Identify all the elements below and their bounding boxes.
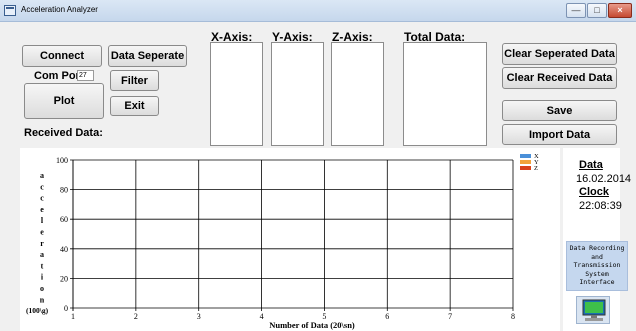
x-tick-label: 4 [260,312,264,321]
y-axis-unit: (100\g) [26,306,49,315]
save-button[interactable]: Save [502,100,617,121]
system-line: Data Recording [569,244,625,252]
y-tick-label: 60 [60,215,68,224]
system-line: Interface [579,278,615,286]
connect-button[interactable]: Connect [22,45,102,67]
clock-label: Clock [579,186,609,198]
com-port-input[interactable]: 27 [77,70,94,81]
y-tick-label: 0 [64,304,68,313]
x-tick-label: 7 [448,312,452,321]
x-axis-list[interactable] [210,42,263,146]
system-line: Transmission [573,261,621,269]
y-axis-letter: o [40,284,44,293]
system-line: and [591,252,603,261]
clear-received-data-button[interactable]: Clear Received Data [502,67,617,89]
y-tick-label: 80 [60,186,68,195]
y-axis-letter: e [40,228,44,237]
total-data-list[interactable] [403,42,487,146]
y-axis-letter: l [41,216,44,225]
y-axis-title: acceleration(100\g) [26,171,49,315]
y-axis-letter: a [40,171,44,180]
close-button[interactable]: × [608,3,632,18]
date-value: 16.02.2014 [576,173,632,185]
legend-swatch [520,154,531,158]
data-separate-button[interactable]: Data Seperate [108,45,187,67]
z-axis-list[interactable] [331,42,384,146]
app-icon [4,5,16,16]
x-tick-label: 2 [134,312,138,321]
x-tick-label: 8 [511,312,515,321]
system-title-box: Data Recording and Transmission System I… [566,241,628,291]
clock-value: 22:08:39 [579,200,622,212]
date-label: Data [579,159,603,171]
y-tick-label: 20 [60,274,68,283]
y-axis-letter: i [41,273,44,282]
legend-swatch [520,160,531,164]
chart-grid [70,159,514,311]
legend-swatch [520,166,531,170]
filter-button[interactable]: Filter [110,70,159,91]
x-tick-label: 6 [385,312,389,321]
plot-button[interactable]: Plot [24,83,104,119]
y-axis-letter: c [40,194,44,203]
chart-legend: XYZ [520,153,539,172]
y-axis-letter: r [40,239,44,248]
x-axis-title: Number of Data (20\sn) [269,320,355,330]
received-data-label: Received Data: [24,127,103,139]
y-tick-label: 100 [56,156,68,165]
y-axis-letter: a [40,250,44,259]
exit-button[interactable]: Exit [110,96,159,116]
y-axis-list[interactable] [271,42,324,146]
y-axis-letter: t [41,261,44,270]
chart-ticks: 0204060801001 2 3 4 5 6 7 8 [56,156,515,321]
y-axis-letter: e [40,205,44,214]
clear-separated-data-button[interactable]: Clear Seperated Data [502,43,617,65]
minimize-button[interactable]: — [566,3,586,18]
y-axis-letter: c [40,182,44,191]
acceleration-chart: 0204060801001 2 3 4 5 6 7 8 XYZ Number of Data … [26,153,539,330]
window-title: Acceleration Analyzer [21,5,98,14]
x-tick-label: 3 [197,312,201,321]
y-axis-letter: n [40,295,45,304]
computer-icon [576,296,610,324]
y-tick-label: 40 [60,245,68,254]
title-bar: Acceleration Analyzer — □ × [0,0,636,22]
x-tick-label: 1 [71,312,75,321]
system-line: System [585,269,609,278]
legend-label: Z [534,165,538,172]
import-data-button[interactable]: Import Data [502,124,617,145]
maximize-button[interactable]: □ [587,3,607,18]
